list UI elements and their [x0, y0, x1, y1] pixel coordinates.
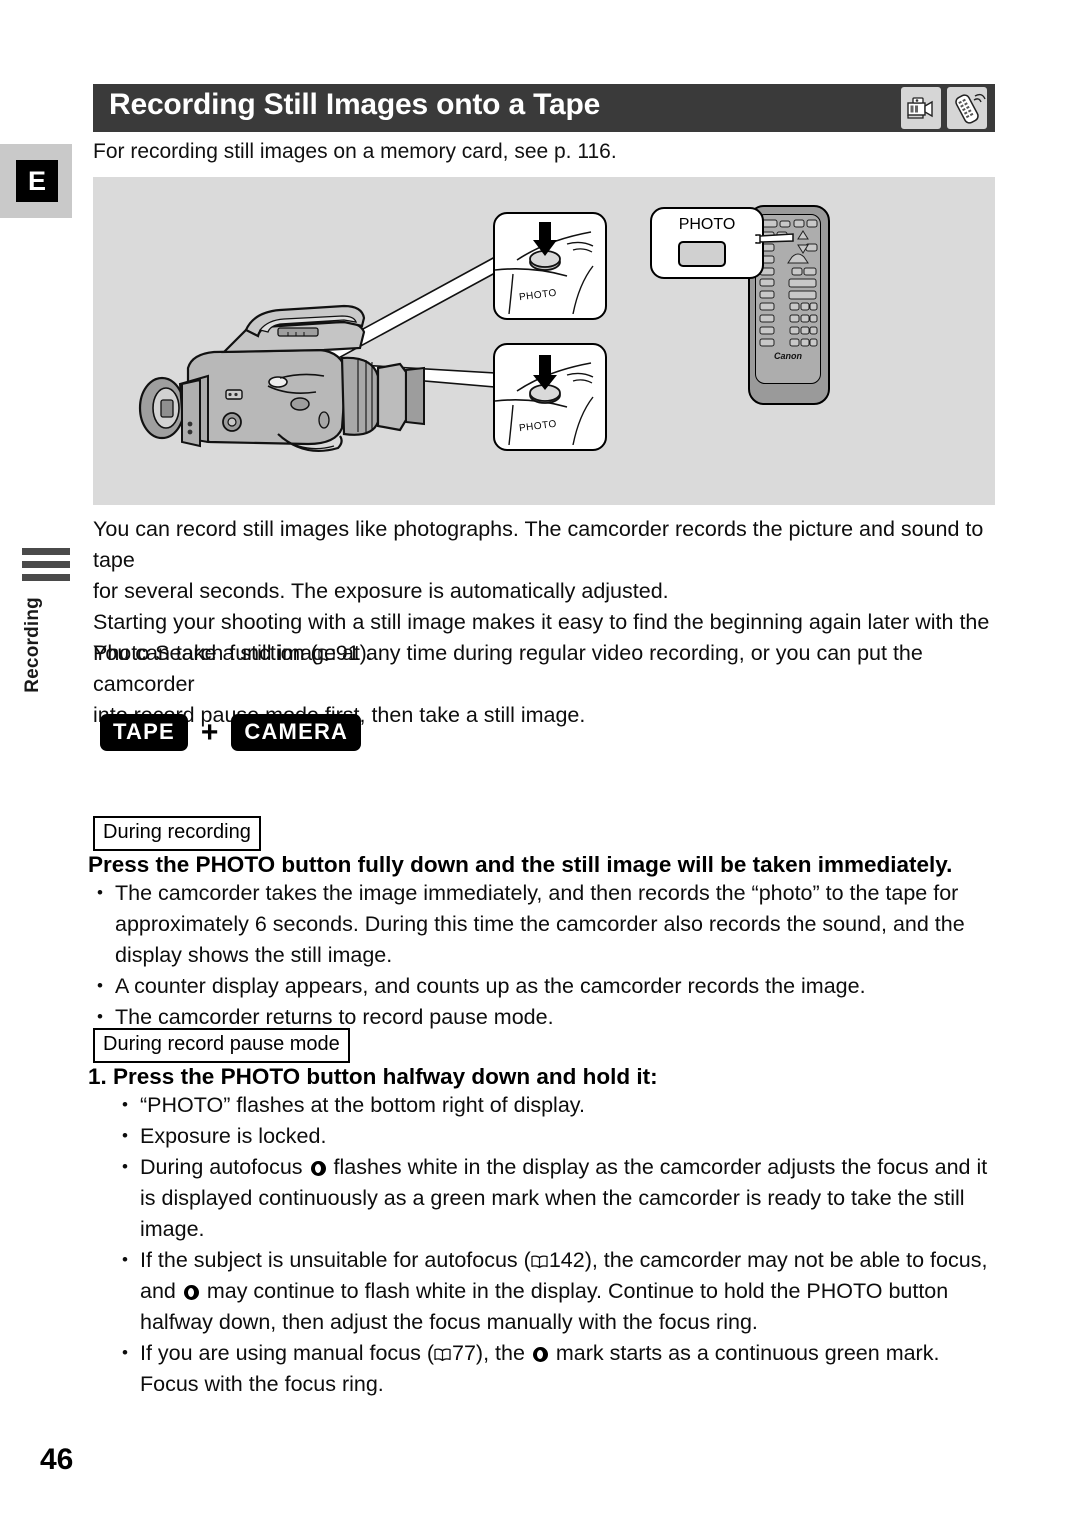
paragraph-1-line-1: You can record still images like photogr…: [93, 517, 984, 572]
list-item: Exposure is locked.: [118, 1120, 998, 1152]
paragraph-1-line-2: for several seconds. The exposure is aut…: [93, 579, 669, 603]
language-tab-label: E: [16, 160, 58, 202]
page-reference-book-icon: [531, 1246, 548, 1269]
section2-bullets: “PHOTO” flashes at the bottom right of d…: [118, 1089, 998, 1400]
bullet-4-post: may continue to flash white in the displ…: [140, 1279, 949, 1334]
remote-photo-callout: PHOTO: [650, 207, 764, 279]
bullet-3-pre: During autofocus: [140, 1155, 309, 1179]
section1-bullets: The camcorder takes the image immediatel…: [93, 877, 998, 1033]
section-label-during-recording: During recording: [93, 816, 261, 851]
remote-control-icon: [947, 87, 987, 129]
mode-plus-sign: +: [200, 715, 219, 749]
section-label-during-record-pause: During record pause mode: [93, 1028, 350, 1063]
bullet-4-page-ref: 142: [548, 1248, 585, 1272]
bullet-5-page-ref: 77: [452, 1341, 476, 1365]
list-item: The camcorder takes the image immediatel…: [93, 877, 998, 971]
mode-badges: TAPE + CAMERA: [100, 714, 362, 751]
illustration-panel: PHOTO PHOTO Canon PHOTO: [93, 177, 995, 505]
intro-text: For recording still images on a memory c…: [93, 140, 617, 163]
remote-photo-callout-label: PHOTO: [678, 216, 736, 233]
page-number: 46: [40, 1443, 74, 1476]
focus-mark-icon: [532, 1347, 548, 1362]
list-item: A counter display appears, and counts up…: [93, 970, 998, 1002]
focus-mark-icon: [183, 1285, 199, 1300]
remote-body: Canon: [755, 214, 821, 384]
list-item: “PHOTO” flashes at the bottom right of d…: [118, 1089, 998, 1121]
section1-lead: Press the PHOTO button fully down and th…: [88, 852, 953, 877]
section2-lead: 1. Press the PHOTO button halfway down a…: [88, 1064, 658, 1089]
language-tab: E: [0, 144, 72, 218]
mode-badge-tape: TAPE: [100, 714, 188, 751]
list-item: If you are using manual focus (77), the …: [118, 1337, 998, 1400]
bullet-5-pre: If you are using manual focus (: [140, 1341, 434, 1365]
list-item: During autofocus flashes white in the di…: [118, 1151, 998, 1245]
camcorder-illustration: [128, 272, 448, 472]
bullet-4-pre: If the subject is unsuitable for autofoc…: [140, 1248, 531, 1272]
list-item: If the subject is unsuitable for autofoc…: [118, 1244, 998, 1338]
remote-photo-key: [678, 241, 726, 267]
camcorder-icon: [901, 87, 941, 129]
photo-button-detail-box-bottom: PHOTO: [493, 343, 607, 451]
mode-badge-camera: CAMERA: [231, 714, 362, 751]
paragraph-2-line-1: You can take a still image at any time d…: [93, 641, 923, 696]
photo-button-detail-box-top: PHOTO: [493, 212, 607, 320]
page-title: Recording Still Images onto a Tape: [109, 88, 601, 121]
section-side-tab: Recording: [22, 548, 70, 693]
bullet-5-mid: ), the: [475, 1341, 531, 1365]
side-tab-bar: [22, 574, 70, 581]
paragraph-1-line-3: Starting your shooting with a still imag…: [93, 610, 990, 634]
focus-mark-icon: [310, 1161, 326, 1176]
page-header: Recording Still Images onto a Tape: [93, 84, 995, 132]
page-reference-book-icon: [434, 1339, 451, 1362]
header-icon-group: [901, 87, 987, 129]
side-tab-bar: [22, 548, 70, 555]
side-tab-bar: [22, 561, 70, 568]
side-tab-label: Recording: [22, 597, 43, 693]
remote-brand-label: Canon: [774, 351, 802, 361]
